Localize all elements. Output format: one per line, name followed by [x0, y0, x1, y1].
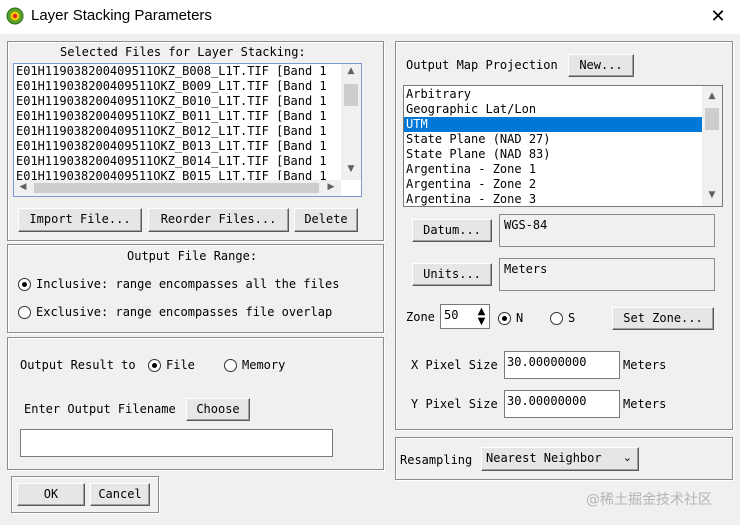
y-pixel-input[interactable]: 30.00000000 — [504, 390, 620, 418]
new-projection-button[interactable]: New... — [568, 54, 634, 77]
file-rows: E01H119038200409511OKZ_B008_L1T.TIF [Ban… — [14, 64, 341, 184]
zone-down-icon[interactable]: ▼ — [474, 316, 489, 327]
projection-list-item[interactable]: Argentina - Zone 2 — [404, 177, 702, 192]
app-logo-icon — [6, 7, 24, 25]
file-list[interactable]: E01H119038200409511OKZ_B008_L1T.TIF [Ban… — [13, 63, 362, 197]
file-list-item[interactable]: E01H119038200409511OKZ_B012_L1T.TIF [Ban… — [14, 124, 341, 139]
projection-list-item[interactable]: Geographic Lat/Lon — [404, 102, 702, 117]
datum-value: WGS-84 — [499, 214, 715, 247]
scroll-down-icon[interactable]: ▼ — [341, 164, 361, 174]
range-label: Output File Range: — [127, 249, 258, 263]
x-pixel-input[interactable]: 30.00000000 — [504, 351, 620, 379]
units-button[interactable]: Units... — [412, 263, 492, 286]
chevron-down-icon: ⌄ — [622, 451, 632, 464]
file-list-hscroll[interactable]: ◀ ▶ — [14, 180, 341, 196]
hscroll-thumb[interactable] — [34, 183, 319, 193]
window-title: Layer Stacking Parameters — [31, 7, 212, 24]
y-pixel-units: Meters — [623, 397, 667, 411]
import-file-button[interactable]: Import File... — [18, 208, 142, 232]
projection-rows: Arbitrary Geographic Lat/Lon UTM State Plan… — [404, 87, 702, 206]
file-list-item[interactable]: E01H119038200409511OKZ_B011_L1T.TIF [Ban… — [14, 109, 341, 124]
file-radio-label: File — [166, 358, 195, 372]
files-label: Selected Files for Layer Stacking: — [60, 45, 306, 59]
ok-button[interactable]: OK — [17, 483, 85, 506]
south-radio[interactable] — [550, 312, 563, 325]
datum-button[interactable]: Datum... — [412, 219, 492, 242]
scroll-left-icon[interactable]: ◀ — [16, 182, 30, 192]
choose-button[interactable]: Choose — [186, 398, 250, 421]
south-label: S — [568, 311, 576, 325]
memory-radio-label: Memory — [242, 358, 286, 372]
projection-list[interactable]: Arbitrary Geographic Lat/Lon UTM State Plan… — [403, 85, 723, 207]
projection-list-item[interactable]: UTM — [404, 117, 702, 132]
file-list-vscroll[interactable]: ▲ ▼ — [341, 64, 361, 180]
projection-list-item[interactable]: State Plane (NAD 83) — [404, 147, 702, 162]
proj-scroll-down-icon[interactable]: ▼ — [702, 190, 722, 200]
watermark: @稀土掘金技术社区 — [586, 492, 712, 508]
inclusive-label: Inclusive: range encompasses all the fil… — [36, 277, 340, 291]
projection-list-item[interactable]: Argentina - Zone 1 — [404, 162, 702, 177]
x-pixel-units: Meters — [623, 358, 667, 372]
resampling-label: Resampling — [400, 453, 473, 467]
resampling-select[interactable]: Nearest Neighbor ⌄ — [481, 447, 639, 471]
filename-label: Enter Output Filename — [24, 402, 176, 416]
projection-list-vscroll[interactable]: ▲ ▼ — [702, 86, 722, 206]
proj-scroll-up-icon[interactable]: ▲ — [702, 91, 722, 101]
resampling-value: Nearest Neighbor — [486, 451, 602, 465]
projection-label: Output Map Projection — [406, 58, 558, 72]
scroll-up-icon[interactable]: ▲ — [341, 66, 361, 76]
file-radio[interactable] — [148, 359, 161, 372]
projection-list-item[interactable]: Arbitrary — [404, 87, 702, 102]
y-pixel-label: Y Pixel Size — [411, 397, 498, 411]
scroll-thumb[interactable] — [344, 84, 358, 106]
output-filename-input[interactable] — [20, 429, 333, 457]
memory-radio[interactable] — [224, 359, 237, 372]
units-value: Meters — [499, 258, 715, 291]
north-radio[interactable] — [498, 312, 511, 325]
x-pixel-label: X Pixel Size — [411, 358, 498, 372]
file-list-item[interactable]: E01H119038200409511OKZ_B009_L1T.TIF [Ban… — [14, 79, 341, 94]
file-list-item[interactable]: E01H119038200409511OKZ_B008_L1T.TIF [Ban… — [14, 64, 341, 79]
exclusive-radio[interactable] — [18, 306, 31, 319]
delete-button[interactable]: Delete — [294, 208, 358, 232]
zone-input[interactable]: 50 ▲ ▼ — [440, 304, 490, 329]
file-list-item[interactable]: E01H119038200409511OKZ_B014_L1T.TIF [Ban… — [14, 154, 341, 169]
inclusive-radio[interactable] — [18, 278, 31, 291]
cancel-button[interactable]: Cancel — [90, 483, 150, 506]
zone-value: 50 — [444, 308, 459, 322]
reorder-files-button[interactable]: Reorder Files... — [148, 208, 289, 232]
output-result-label: Output Result to — [20, 358, 136, 372]
proj-scroll-thumb[interactable] — [705, 108, 719, 130]
set-zone-button[interactable]: Set Zone... — [612, 307, 714, 330]
close-icon[interactable]: ✕ — [704, 4, 732, 30]
file-list-item[interactable]: E01H119038200409511OKZ_B013_L1T.TIF [Ban… — [14, 139, 341, 154]
exclusive-label: Exclusive: range encompasses file overla… — [36, 305, 333, 319]
projection-list-item[interactable]: Argentina - Zone 3 — [404, 192, 702, 206]
projection-list-item[interactable]: State Plane (NAD 27) — [404, 132, 702, 147]
scroll-right-icon[interactable]: ▶ — [324, 182, 338, 192]
zone-label: Zone — [406, 310, 435, 324]
north-label: N — [516, 311, 524, 325]
file-list-item[interactable]: E01H119038200409511OKZ_B010_L1T.TIF [Ban… — [14, 94, 341, 109]
